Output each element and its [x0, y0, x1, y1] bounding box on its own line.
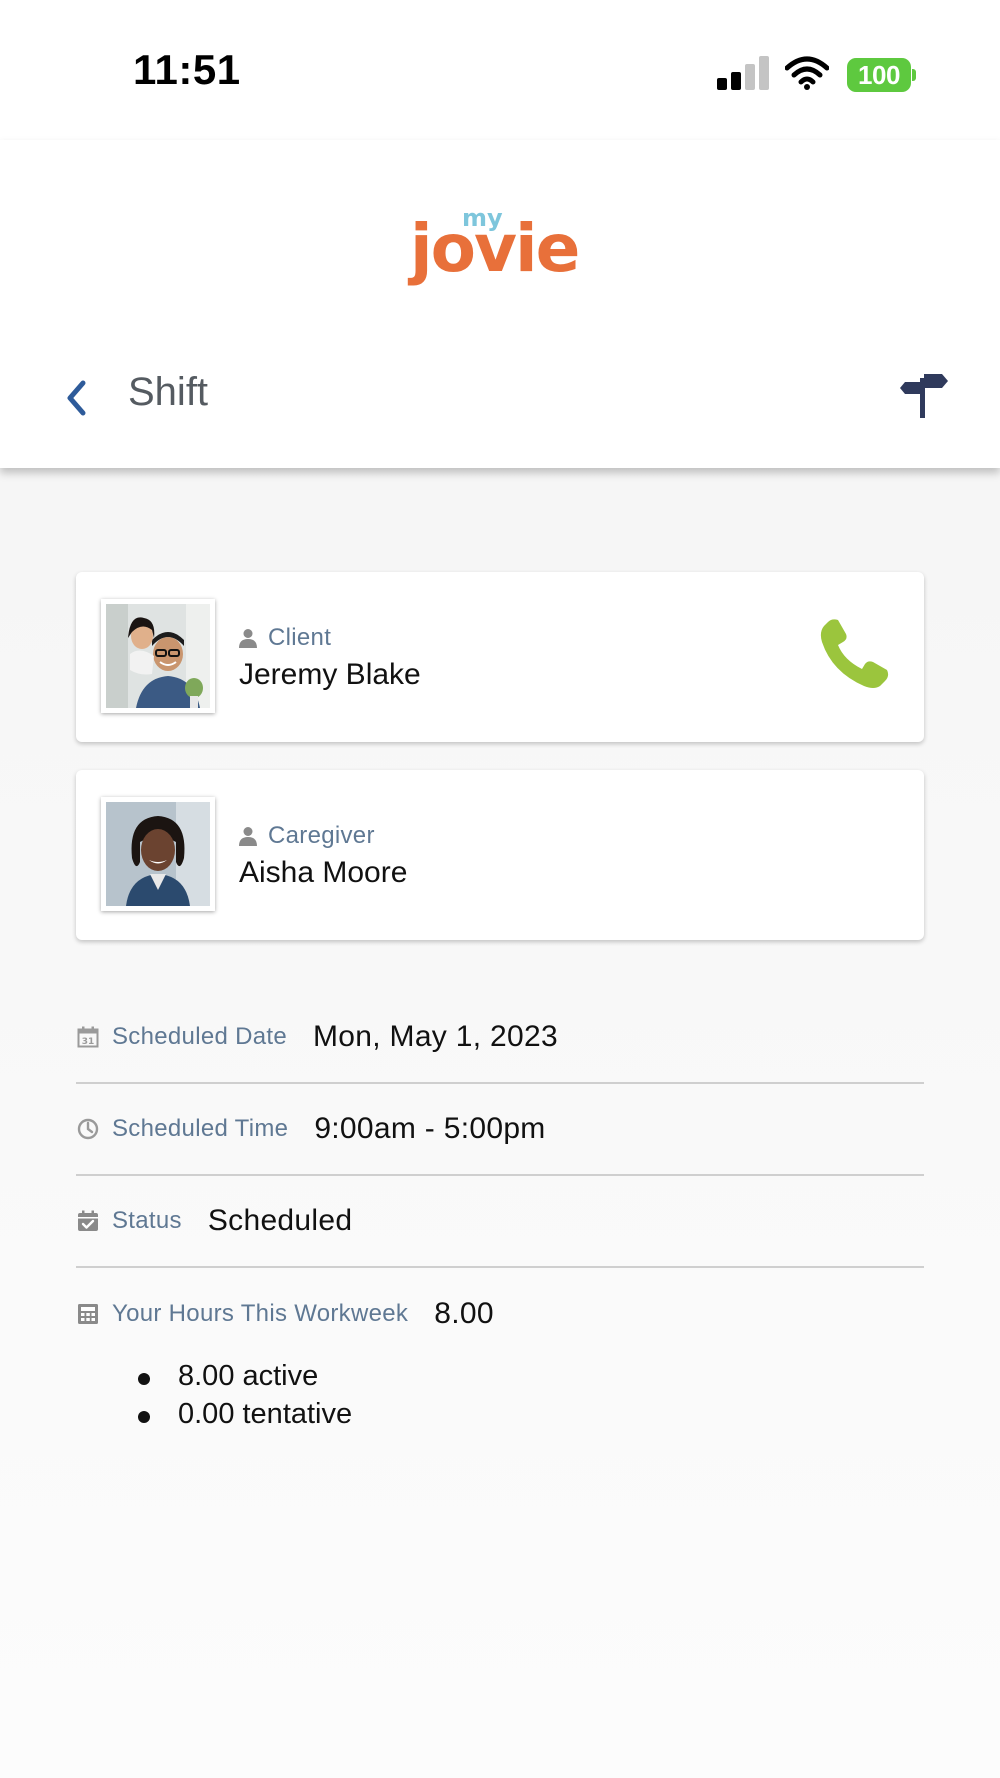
- app-header: my jovie Shift: [0, 140, 1000, 468]
- caregiver-role-label: Caregiver: [268, 822, 375, 849]
- clock-icon: [76, 1117, 100, 1141]
- client-name: Jeremy Blake: [239, 658, 421, 691]
- client-avatar: [101, 599, 215, 713]
- myjovie-logo: my jovie: [400, 200, 600, 310]
- scheduled-time-row: Scheduled Time 9:00am - 5:00pm: [76, 1084, 924, 1176]
- signpost-icon: [900, 374, 948, 418]
- client-photo: [106, 604, 210, 708]
- wifi-icon: [785, 56, 829, 90]
- cellular-signal-icon: [717, 56, 769, 90]
- person-icon: [239, 629, 257, 648]
- caregiver-role: Caregiver: [238, 822, 375, 850]
- status-label: Status: [112, 1207, 182, 1234]
- call-client-button[interactable]: [818, 614, 894, 690]
- scheduled-time-value: 9:00am - 5:00pm: [314, 1112, 546, 1145]
- hours-active-item: 8.00 active: [137, 1360, 352, 1398]
- status-bar: 11:51 100: [0, 0, 1000, 140]
- status-value: Scheduled: [207, 1204, 353, 1237]
- caregiver-photo: [106, 802, 210, 906]
- page-title: Shift: [128, 370, 209, 414]
- status-row: Status Scheduled: [76, 1176, 924, 1268]
- caregiver-card[interactable]: Caregiver Aisha Moore: [76, 770, 924, 940]
- client-role-label: Client: [268, 624, 332, 651]
- back-button[interactable]: [56, 368, 96, 428]
- hours-row: Your Hours This Workweek 8.00: [76, 1268, 924, 1360]
- logo-name: jovie: [410, 210, 580, 287]
- hours-tentative-item: 0.00 tentative: [137, 1398, 352, 1436]
- status-time: 11:51: [133, 46, 241, 93]
- caregiver-name: Aisha Moore: [239, 856, 408, 889]
- chevron-left-icon: [67, 380, 86, 416]
- scheduled-date-value: Mon, May 1, 2023: [313, 1020, 558, 1053]
- caregiver-avatar: [101, 797, 215, 911]
- scheduled-date-label: Scheduled Date: [112, 1023, 287, 1050]
- client-card[interactable]: Client Jeremy Blake: [76, 572, 924, 742]
- directions-button[interactable]: [896, 364, 950, 424]
- phone-icon: [820, 619, 889, 688]
- battery-level: 100: [847, 58, 911, 92]
- hours-breakdown-list: 8.00 active 0.00 tentative: [137, 1360, 352, 1436]
- calendar-icon: 31: [76, 1025, 100, 1049]
- person-icon: [239, 827, 257, 846]
- hours-value: 8.00: [434, 1297, 494, 1330]
- calculator-icon: [76, 1302, 100, 1326]
- battery-icon: 100: [847, 58, 917, 92]
- hours-label: Your Hours This Workweek: [112, 1300, 409, 1327]
- client-role: Client: [238, 624, 331, 652]
- scheduled-date-row: 31 Scheduled Date Mon, May 1, 2023: [76, 992, 924, 1084]
- calendar-check-icon: [76, 1209, 100, 1233]
- svg-text:31: 31: [82, 1037, 95, 1047]
- scheduled-time-label: Scheduled Time: [112, 1115, 289, 1142]
